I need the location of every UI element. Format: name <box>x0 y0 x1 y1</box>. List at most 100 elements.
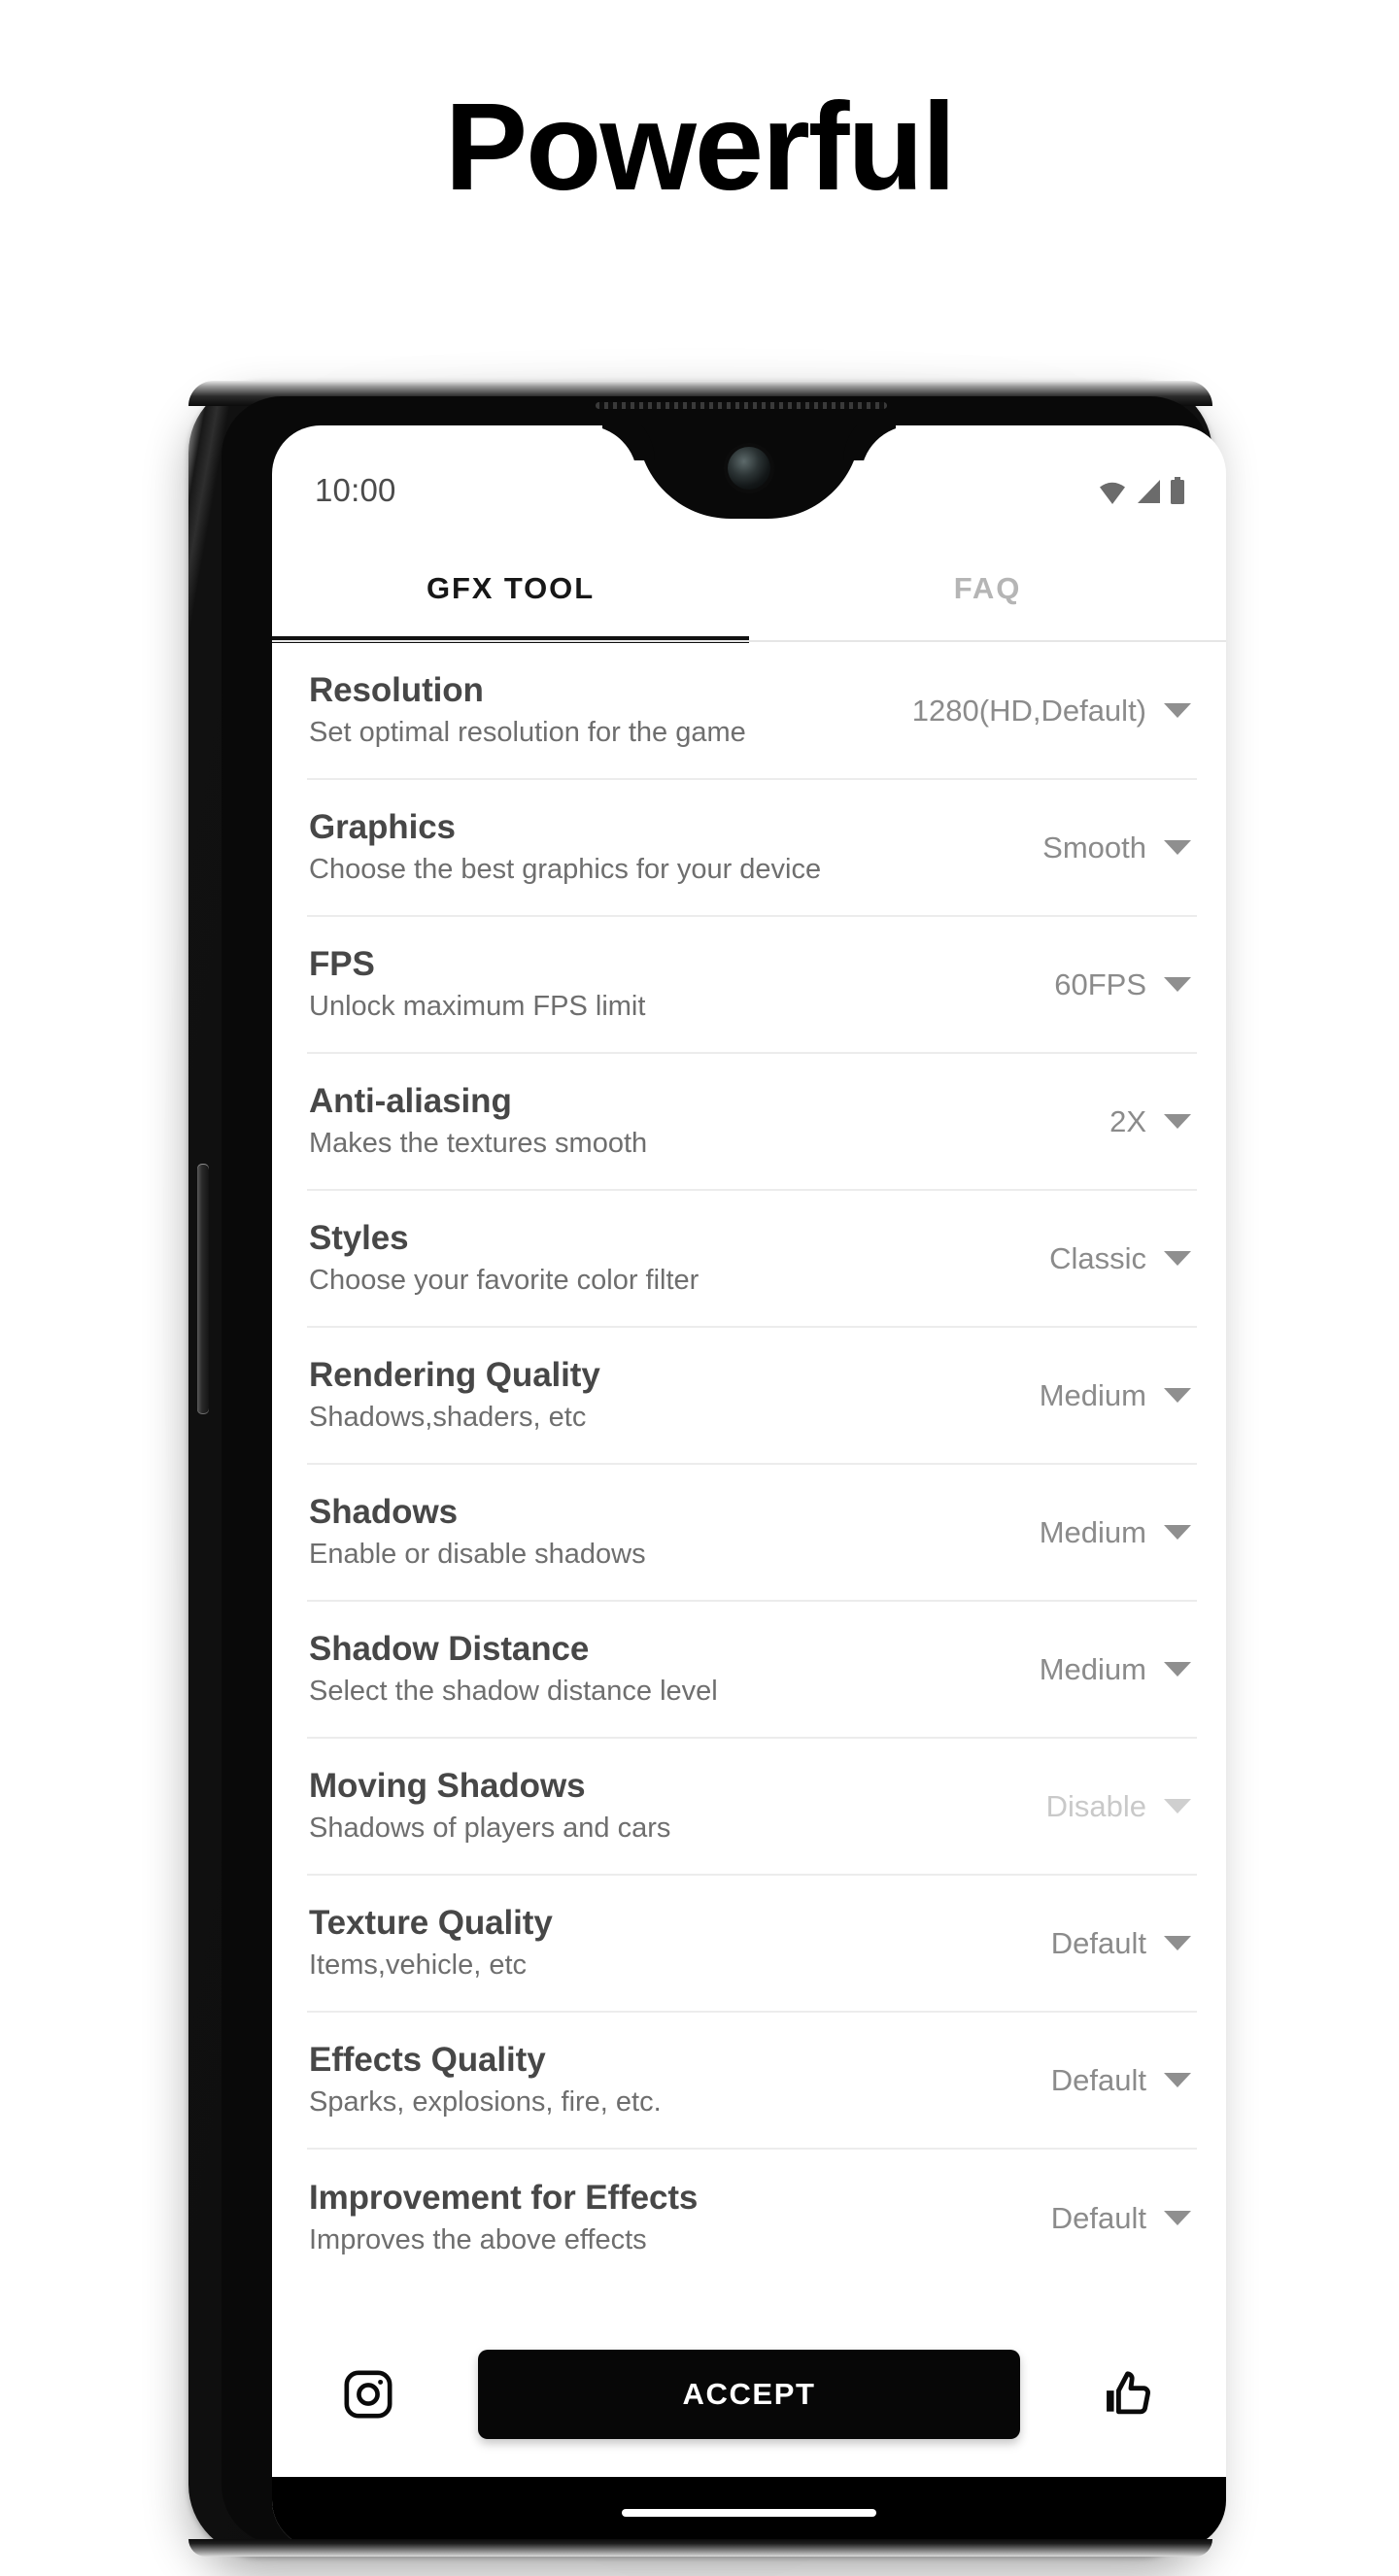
row-text: Shadows Enable or disable shadows <box>309 1493 646 1571</box>
row-title: Resolution <box>309 671 484 710</box>
row-dropdown[interactable]: Smooth <box>1042 830 1191 865</box>
row-dropdown[interactable]: Default <box>1051 1926 1191 1961</box>
accept-button[interactable]: ACCEPT <box>478 2350 1020 2439</box>
row-text: Graphics Choose the best graphics for yo… <box>309 808 821 885</box>
row-title: Texture Quality <box>309 1904 553 1943</box>
row-value: Medium <box>1039 1651 1146 1686</box>
row-title: Graphics <box>309 808 456 847</box>
row-subtitle: Unlock maximum FPS limit <box>309 991 646 1023</box>
row-value: 1280(HD,Default) <box>911 693 1146 728</box>
row-subtitle: Choose your favorite color filter <box>309 1265 700 1297</box>
row-text: Resolution Set optimal resolution for th… <box>309 671 746 748</box>
settings-row-improvement-for-effects[interactable]: Improvement for Effects Improves the abo… <box>307 2150 1197 2287</box>
tab-bar[interactable]: GFX TOOL FAQ <box>272 534 1226 643</box>
row-text: Effects Quality Sparks, explosions, fire… <box>309 2041 662 2118</box>
row-text: FPS Unlock maximum FPS limit <box>309 945 646 1023</box>
row-value: Medium <box>1039 1514 1146 1549</box>
row-dropdown[interactable]: Disable <box>1046 1789 1191 1824</box>
chevron-down-icon <box>1164 2073 1191 2087</box>
instagram-icon <box>344 2370 392 2419</box>
row-dropdown[interactable]: Medium <box>1040 1515 1191 1550</box>
row-dropdown[interactable]: 1280(HD,Default) <box>912 694 1191 729</box>
row-subtitle: Items,vehicle, etc <box>309 1949 528 1982</box>
row-value: Default <box>1050 2062 1146 2097</box>
volume-rocker-button[interactable] <box>197 1164 209 1414</box>
row-value: Smooth <box>1042 830 1146 864</box>
tab-bar-divider <box>272 640 1226 642</box>
row-subtitle: Enable or disable shadows <box>309 1539 646 1571</box>
tab-gfx-tool-label: GFX TOOL <box>426 571 596 605</box>
row-dropdown[interactable]: Default <box>1051 2201 1191 2236</box>
row-value: Default <box>1050 2200 1146 2235</box>
row-title: Anti-aliasing <box>309 1082 512 1121</box>
like-button[interactable] <box>1094 2358 1166 2430</box>
settings-row-styles[interactable]: Styles Choose your favorite color filter… <box>307 1191 1197 1328</box>
row-text: Rendering Quality Shadows,shaders, etc <box>309 1356 600 1433</box>
settings-row-resolution[interactable]: Resolution Set optimal resolution for th… <box>307 643 1197 780</box>
tab-faq[interactable]: FAQ <box>749 534 1226 643</box>
row-dropdown[interactable]: Classic <box>1049 1241 1191 1276</box>
cellular-signal-icon <box>1138 480 1160 503</box>
chevron-down-icon <box>1164 840 1191 855</box>
row-subtitle: Select the shadow distance level <box>309 1676 718 1708</box>
row-title: Shadows <box>309 1493 458 1532</box>
settings-list: Resolution Set optimal resolution for th… <box>272 643 1226 2382</box>
row-value: 60FPS <box>1054 966 1146 1001</box>
home-indicator[interactable] <box>622 2509 876 2517</box>
row-value: Medium <box>1039 1377 1146 1412</box>
chevron-down-icon <box>1164 703 1191 718</box>
row-value: Disable <box>1045 1788 1146 1823</box>
settings-row-moving-shadows[interactable]: Moving Shadows Shadows of players and ca… <box>307 1739 1197 1876</box>
row-value: Default <box>1050 1925 1146 1960</box>
row-text: Anti-aliasing Makes the textures smooth <box>309 1082 648 1160</box>
settings-row-effects-quality[interactable]: Effects Quality Sparks, explosions, fire… <box>307 2013 1197 2150</box>
chevron-down-icon <box>1164 1662 1191 1677</box>
row-dropdown[interactable]: Default <box>1051 2063 1191 2098</box>
row-title: Rendering Quality <box>309 1356 600 1395</box>
row-text: Improvement for Effects Improves the abo… <box>309 2179 699 2256</box>
row-title: Moving Shadows <box>309 1767 586 1806</box>
row-subtitle: Sparks, explosions, fire, etc. <box>309 2086 662 2118</box>
row-title: Effects Quality <box>309 2041 546 2080</box>
chevron-down-icon <box>1164 1388 1191 1403</box>
chevron-down-icon <box>1164 1936 1191 1950</box>
phone-bezel: 10:00 GFX TOOL FAQ Resolution Set optima… <box>222 396 1226 2549</box>
chevron-down-icon <box>1164 2211 1191 2225</box>
chevron-down-icon <box>1164 977 1191 992</box>
row-dropdown[interactable]: 2X <box>1109 1104 1191 1139</box>
phone-frame: 10:00 GFX TOOL FAQ Resolution Set optima… <box>188 381 1226 2557</box>
chevron-down-icon <box>1164 1251 1191 1266</box>
row-title: Shadow Distance <box>309 1630 590 1669</box>
tab-gfx-tool[interactable]: GFX TOOL <box>272 534 749 643</box>
wifi-icon <box>1100 482 1125 504</box>
row-subtitle: Shadows of players and cars <box>309 1813 671 1845</box>
row-text: Shadow Distance Select the shadow distan… <box>309 1630 718 1708</box>
settings-row-graphics[interactable]: Graphics Choose the best graphics for yo… <box>307 780 1197 917</box>
row-dropdown[interactable]: 60FPS <box>1054 967 1191 1002</box>
row-title: Improvement for Effects <box>309 2179 699 2218</box>
settings-row-fps[interactable]: FPS Unlock maximum FPS limit 60FPS <box>307 917 1197 1054</box>
settings-row-rendering-quality[interactable]: Rendering Quality Shadows,shaders, etc M… <box>307 1328 1197 1465</box>
row-value: 2X <box>1109 1103 1146 1138</box>
settings-row-shadow-distance[interactable]: Shadow Distance Select the shadow distan… <box>307 1602 1197 1739</box>
instagram-button[interactable] <box>332 2358 404 2430</box>
row-value: Classic <box>1049 1240 1146 1275</box>
phone-mockup: 10:00 GFX TOOL FAQ Resolution Set optima… <box>173 381 1230 2576</box>
row-title: FPS <box>309 945 375 984</box>
row-subtitle: Improves the above effects <box>309 2224 647 2256</box>
settings-row-anti-aliasing[interactable]: Anti-aliasing Makes the textures smooth … <box>307 1054 1197 1191</box>
row-dropdown[interactable]: Medium <box>1040 1378 1191 1413</box>
row-dropdown[interactable]: Medium <box>1040 1652 1191 1687</box>
row-title: Styles <box>309 1219 409 1258</box>
chevron-down-icon <box>1164 1114 1191 1129</box>
chevron-down-icon <box>1164 1799 1191 1813</box>
settings-row-texture-quality[interactable]: Texture Quality Items,vehicle, etc Defau… <box>307 1876 1197 2013</box>
tab-faq-label: FAQ <box>953 571 1022 605</box>
settings-row-shadows[interactable]: Shadows Enable or disable shadows Medium <box>307 1465 1197 1602</box>
status-bar-icons <box>1098 477 1185 504</box>
phone-screen: 10:00 GFX TOOL FAQ Resolution Set optima… <box>272 425 1226 2549</box>
bottom-action-bar: ACCEPT <box>272 2312 1226 2477</box>
row-text: Moving Shadows Shadows of players and ca… <box>309 1767 671 1845</box>
row-text: Styles Choose your favorite color filter <box>309 1219 700 1297</box>
row-subtitle: Makes the textures smooth <box>309 1128 648 1160</box>
